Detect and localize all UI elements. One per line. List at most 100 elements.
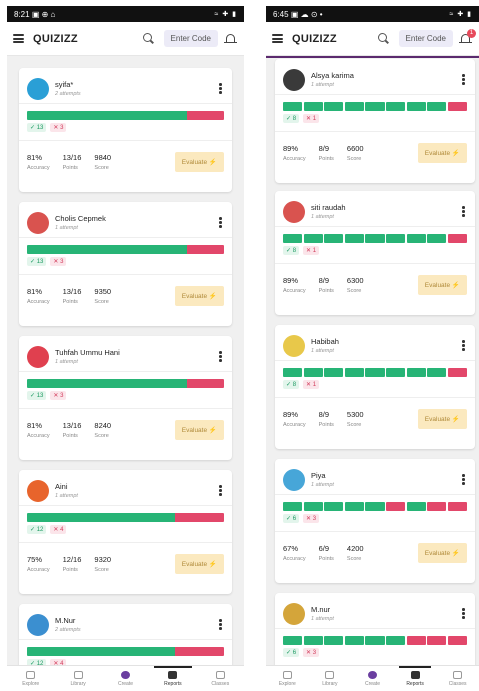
correct-count-badge: ✓ 8 [283, 114, 300, 123]
evaluate-button[interactable]: Evaluate ⚡ [174, 285, 224, 306]
accuracy-value: 81% [27, 286, 43, 296]
nav-label: Reports [406, 680, 424, 687]
nav-item-library[interactable]: Library [54, 666, 101, 691]
nav-item-library[interactable]: Library [309, 666, 352, 691]
correct-segment [427, 102, 447, 111]
classes-icon [453, 670, 463, 679]
more-options-icon[interactable] [462, 206, 465, 217]
evaluate-button[interactable]: Evaluate ⚡ [174, 419, 224, 440]
points-value: 13/16 [62, 420, 82, 430]
accuracy-bar [27, 647, 224, 656]
status-bar: 6:45 ▣ ☁ ⊙ • ≈ ✚ ▮ [266, 6, 479, 22]
correct-portion [27, 111, 188, 120]
student-name[interactable]: syifa* [55, 80, 219, 89]
student-info: Habibah 1 attempt [311, 337, 462, 354]
score-value: 8240 [94, 420, 112, 430]
more-options-icon[interactable] [462, 74, 465, 85]
nav-label: Explore [22, 680, 40, 687]
wrong-portion [187, 379, 224, 388]
evaluate-button[interactable]: Evaluate ⚡ [174, 151, 224, 172]
answer-counts: ✓ 8 ✕ 1 [283, 114, 467, 123]
student-list: syifa* 2 attempts ✓ 13 ✕ 3 81% Accuracy 13/16 P… [7, 58, 244, 665]
points-value: 6/9 [318, 543, 330, 553]
accuracy-label: Accuracy [27, 566, 50, 573]
nav-item-create[interactable]: Create [102, 666, 149, 691]
points-label: Points [62, 566, 78, 573]
avatar [283, 334, 305, 357]
student-name[interactable]: M.Nur [55, 616, 219, 625]
progress-section: ✓ 13 ✕ 3 [19, 372, 232, 400]
nav-item-classes[interactable]: Classes [197, 666, 244, 691]
more-options-icon[interactable] [219, 351, 222, 362]
student-card[interactable]: M.nur 1 attempt ✓ 6 ✕ 3 [275, 593, 475, 665]
nav-label: Library [70, 680, 86, 687]
student-card[interactable]: Aini 1 attempt ✓ 12 ✕ 4 75% Accuracy 12/16 Poin… [19, 470, 232, 594]
bell-icon[interactable] [224, 32, 238, 46]
quizizz-logo[interactable]: QUIZIZZ [292, 33, 337, 45]
student-name[interactable]: Tuhfah Ummu Hani [55, 348, 219, 357]
student-name[interactable]: Aini [55, 482, 219, 491]
more-options-icon[interactable] [219, 83, 222, 94]
student-card[interactable]: Tuhfah Ummu Hani 1 attempt ✓ 13 ✕ 3 81% Accur… [19, 336, 232, 460]
student-card[interactable]: Alsya karima 1 attempt ✓ 8 ✕ 1 89% Accuracy 8/… [275, 59, 475, 183]
nav-item-explore[interactable]: Explore [266, 666, 309, 691]
menu-icon[interactable] [13, 34, 24, 43]
nav-item-reports[interactable]: Reports [394, 666, 437, 691]
card-stats: 67% Accuracy 6/9 Points 4200 Score Evaluate ⚡ [275, 531, 475, 573]
student-card[interactable]: Cholis Cepmek 1 attempt ✓ 13 ✕ 3 81% Accuracy… [19, 202, 232, 326]
correct-segment [324, 368, 344, 377]
student-name[interactable]: Piya [311, 471, 462, 480]
header-accent-line [266, 56, 479, 58]
card-stats: 89% Accuracy 8/9 Points 5300 Score Evaluate ⚡ [275, 397, 475, 439]
quizizz-logo[interactable]: QUIZIZZ [33, 33, 78, 45]
search-icon[interactable] [377, 32, 391, 46]
enter-code-button[interactable]: Enter Code [398, 30, 453, 47]
student-card[interactable]: Piya 1 attempt ✓ 6 ✕ 3 67% Accuracy 6/9 Points 4… [275, 459, 475, 583]
student-card[interactable]: siti raudah 1 attempt ✓ 8 ✕ 1 89% Accuracy 8/9… [275, 191, 475, 315]
evaluate-button[interactable]: Evaluate ⚡ [417, 142, 467, 163]
status-icons: ▣ ☁ ⊙ • [290, 9, 323, 19]
student-info: Aini 1 attempt [55, 482, 219, 499]
more-options-icon[interactable] [462, 340, 465, 351]
wrong-count-badge: ✕ 3 [50, 123, 67, 132]
notification-badge: 1 [467, 28, 476, 38]
more-options-icon[interactable] [462, 608, 465, 619]
enter-code-button[interactable]: Enter Code [163, 30, 218, 47]
score-stat: 9840 Score [94, 153, 111, 171]
bell-icon[interactable]: 1 [459, 28, 476, 46]
evaluate-button[interactable]: Evaluate ⚡ [417, 542, 467, 563]
more-options-icon[interactable] [219, 619, 222, 630]
points-stat: 12/16 Points [63, 555, 82, 573]
more-options-icon[interactable] [462, 474, 465, 485]
nav-item-classes[interactable]: Classes [436, 666, 479, 691]
wrong-portion [174, 513, 224, 522]
search-icon[interactable] [142, 32, 156, 46]
evaluate-button[interactable]: Evaluate ⚡ [417, 274, 467, 295]
student-card[interactable]: syifa* 2 attempts ✓ 13 ✕ 3 81% Accuracy 13/16 P… [19, 68, 232, 192]
nav-label: Library [322, 680, 338, 687]
student-card[interactable]: M.Nur 2 attempts ✓ 12 ✕ 4 [19, 604, 232, 665]
score-value: 9840 [94, 152, 112, 162]
student-name[interactable]: M.nur [311, 605, 462, 614]
student-name[interactable]: Cholis Cepmek [55, 214, 219, 223]
nav-item-create[interactable]: Create [351, 666, 394, 691]
wrong-count-badge: ✕ 1 [303, 114, 320, 123]
more-options-icon[interactable] [219, 485, 222, 496]
student-name[interactable]: Habibah [311, 337, 462, 346]
student-name[interactable]: siti raudah [311, 203, 462, 212]
menu-icon[interactable] [272, 34, 283, 43]
evaluate-button[interactable]: Evaluate ⚡ [417, 408, 467, 429]
student-card[interactable]: Habibah 1 attempt ✓ 8 ✕ 1 89% Accuracy 8/9 Poin… [275, 325, 475, 449]
correct-segment [365, 234, 385, 243]
card-header: siti raudah 1 attempt [275, 191, 475, 227]
student-name[interactable]: Alsya karima [311, 71, 462, 80]
accuracy-label: Accuracy [27, 298, 50, 305]
correct-segment [427, 368, 447, 377]
progress-section: ✓ 6 ✕ 3 [275, 495, 475, 523]
more-options-icon[interactable] [219, 217, 222, 228]
points-stat: 8/9 Points [319, 276, 334, 294]
nav-item-explore[interactable]: Explore [7, 666, 54, 691]
points-value: 12/16 [62, 554, 82, 564]
nav-item-reports[interactable]: Reports [149, 666, 196, 691]
evaluate-button[interactable]: Evaluate ⚡ [174, 553, 224, 574]
